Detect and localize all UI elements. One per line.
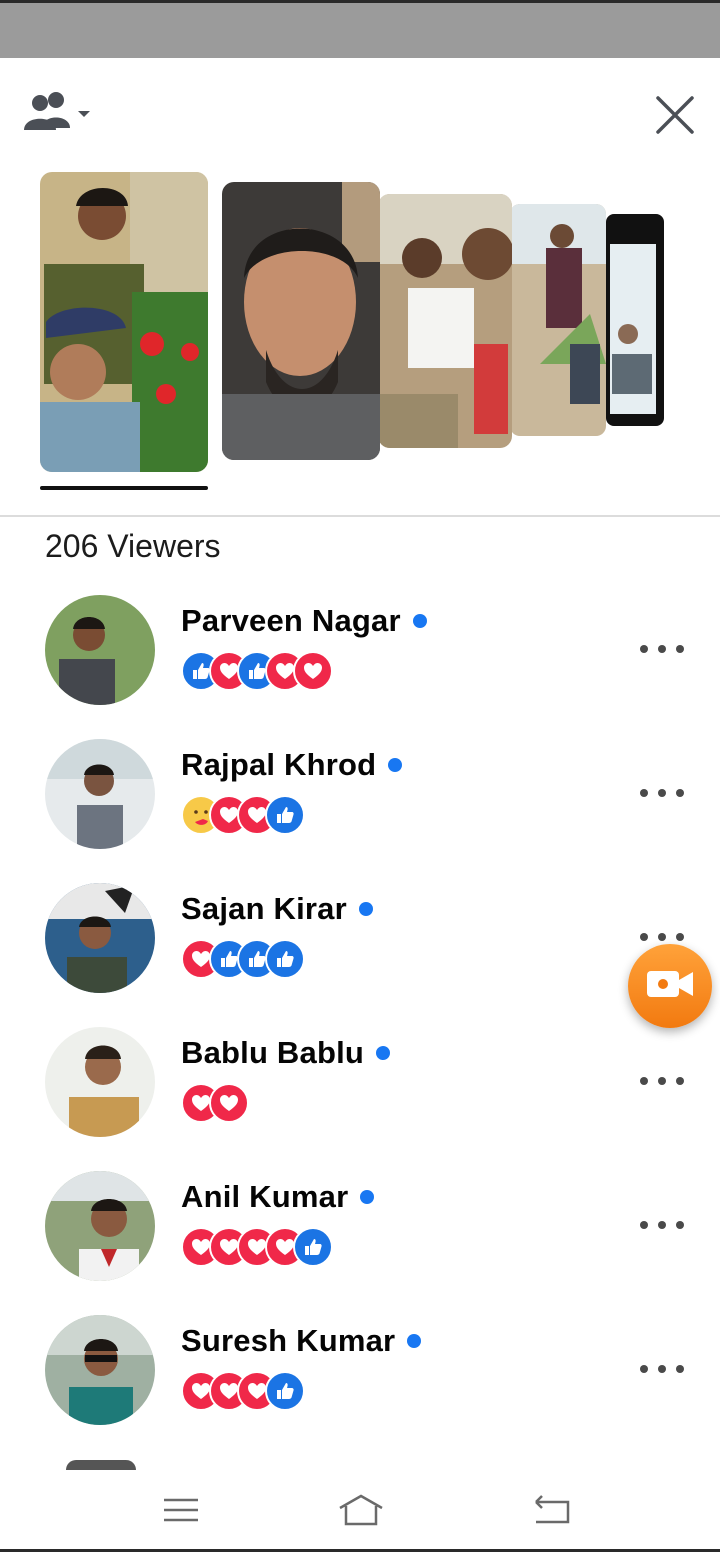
reactions [181, 651, 333, 691]
viewer-row[interactable]: Rajpal Khrod [0, 729, 720, 873]
online-indicator [412, 614, 427, 628]
like-reaction-icon [265, 1371, 305, 1411]
more-options-button[interactable] [640, 1069, 684, 1093]
viewer-name[interactable]: Sajan Kirar [181, 891, 347, 927]
viewer-row[interactable]: Parveen Nagar [0, 585, 720, 729]
online-indicator [358, 902, 373, 916]
chevron-down-icon [76, 106, 92, 124]
menu-icon [158, 1498, 204, 1534]
online-indicator [376, 1046, 391, 1060]
reactions [181, 1227, 333, 1267]
divider [0, 515, 720, 517]
audience-selector-button[interactable] [22, 91, 96, 136]
status-bar [0, 0, 720, 58]
reactions [181, 1083, 249, 1123]
more-options-button[interactable] [640, 1213, 684, 1237]
avatar[interactable] [45, 1315, 155, 1425]
avatar[interactable] [66, 1460, 136, 1470]
like-reaction-icon [265, 795, 305, 835]
online-indicator [388, 758, 403, 772]
viewer-row[interactable]: Anil Kumar [0, 1161, 720, 1305]
back-button[interactable] [528, 1490, 574, 1530]
avatar[interactable] [45, 595, 155, 705]
love-reaction-icon [209, 1083, 249, 1123]
story-thumbnail[interactable] [510, 204, 606, 436]
viewer-name[interactable]: Rajpal Khrod [181, 747, 376, 783]
online-indicator [407, 1334, 422, 1348]
top-bar [0, 58, 720, 168]
back-icon [528, 1495, 574, 1534]
close-icon [650, 96, 700, 144]
close-button[interactable] [650, 90, 700, 140]
like-reaction-icon [265, 939, 305, 979]
go-live-button[interactable] [628, 944, 712, 1028]
viewer-row[interactable]: Bablu Bablu [0, 1017, 720, 1161]
avatar[interactable] [45, 1171, 155, 1281]
viewer-count: 206 Viewers [45, 528, 221, 564]
more-options-button[interactable] [640, 637, 684, 661]
avatar[interactable] [45, 739, 155, 849]
viewer-row[interactable]: Suresh Kumar [0, 1305, 720, 1449]
story-carousel [0, 168, 720, 498]
viewer-name[interactable]: Anil Kumar [181, 1179, 348, 1215]
reactions [181, 795, 305, 835]
more-options-button[interactable] [640, 781, 684, 805]
home-icon [336, 1494, 386, 1534]
avatar[interactable] [45, 883, 155, 993]
video-camera-icon [645, 967, 695, 1006]
online-indicator [360, 1190, 375, 1204]
avatar[interactable] [45, 1027, 155, 1137]
story-thumbnail[interactable] [222, 182, 380, 460]
story-thumbnail[interactable] [606, 214, 664, 426]
love-reaction-icon [293, 651, 333, 691]
active-story-indicator [40, 486, 208, 490]
like-reaction-icon [293, 1227, 333, 1267]
reactions [181, 939, 305, 979]
story-thumbnail[interactable] [40, 172, 208, 472]
reactions [181, 1371, 305, 1411]
viewer-name[interactable]: Parveen Nagar [181, 603, 401, 639]
story-thumbnail[interactable] [378, 194, 512, 448]
viewer-name[interactable]: Bablu Bablu [181, 1035, 364, 1071]
system-nav-bar [0, 1472, 720, 1552]
recent-apps-button[interactable] [158, 1490, 204, 1530]
viewer-name[interactable]: Suresh Kumar [181, 1323, 395, 1359]
more-options-button[interactable] [640, 1357, 684, 1381]
viewer-row[interactable]: Sajan Kirar [0, 873, 720, 1017]
home-button[interactable] [336, 1490, 386, 1530]
